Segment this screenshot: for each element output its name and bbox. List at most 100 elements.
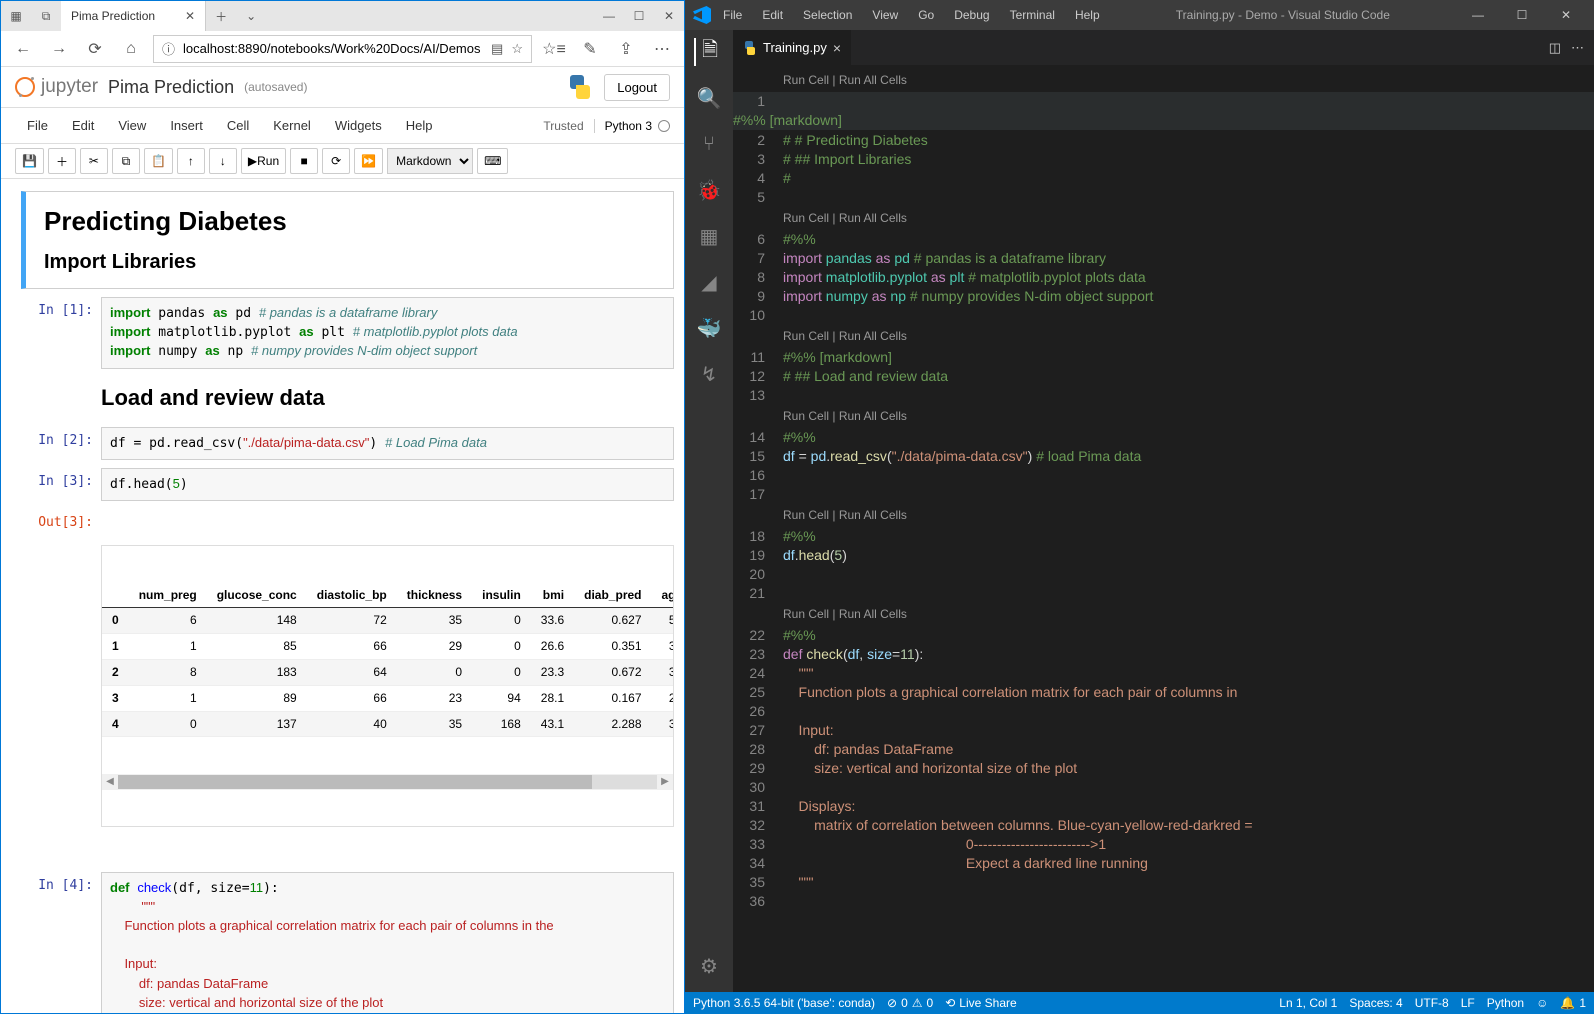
scroll-left-icon[interactable]: ◀ xyxy=(102,775,118,789)
paste-icon[interactable]: 📋 xyxy=(144,148,173,174)
status-spaces[interactable]: Spaces: 4 xyxy=(1349,996,1402,1010)
run-all-cells-link[interactable]: Run All Cells xyxy=(839,329,907,343)
run-cell-link[interactable]: Run Cell xyxy=(783,329,829,343)
menu-help[interactable]: Help xyxy=(1067,4,1108,26)
code-input[interactable]: df.head(5) xyxy=(101,468,674,501)
save-icon[interactable]: 💾 xyxy=(15,148,44,174)
menu-help[interactable]: Help xyxy=(394,112,445,139)
trusted-label[interactable]: Trusted xyxy=(543,119,594,133)
run-all-cells-link[interactable]: Run All Cells xyxy=(839,508,907,522)
explorer-icon[interactable]: 🗎 xyxy=(694,38,722,66)
url-field[interactable]: ⓘ ▤ ☆ xyxy=(153,35,532,63)
code-cell-4[interactable]: In [4]: def check(df, size=11): """ Func… xyxy=(21,872,674,1013)
settings-icon[interactable]: ⚙ xyxy=(695,952,723,980)
menu-go[interactable]: Go xyxy=(910,4,942,26)
close-window-icon[interactable]: ✕ xyxy=(654,1,684,31)
run-cell-link[interactable]: Run Cell xyxy=(783,607,829,621)
run-all-cells-link[interactable]: Run All Cells xyxy=(839,73,907,87)
notes-icon[interactable]: ✎ xyxy=(576,35,604,63)
horizontal-scrollbar[interactable]: ◀ ▶ xyxy=(102,774,673,790)
source-control-icon[interactable]: ⑂ xyxy=(695,130,723,158)
code-input[interactable]: import pandas as pd # pandas is a datafr… xyxy=(101,297,674,369)
notebook-area[interactable]: Predicting Diabetes Import Libraries In … xyxy=(1,179,684,1013)
status-notifications[interactable]: 🔔 1 xyxy=(1560,996,1586,1010)
maximize-icon[interactable]: ☐ xyxy=(624,1,654,31)
code-cell-1[interactable]: In [1]: import pandas as pd # pandas is … xyxy=(21,297,674,369)
run-all-cells-link[interactable]: Run All Cells xyxy=(839,211,907,225)
menu-file[interactable]: File xyxy=(715,4,750,26)
restart-icon[interactable]: ⟳ xyxy=(322,148,350,174)
stop-icon[interactable]: ■ xyxy=(290,148,318,174)
menu-edit[interactable]: Edit xyxy=(60,112,106,139)
favorite-icon[interactable]: ☆ xyxy=(511,41,523,57)
more-icon[interactable]: ⋯ xyxy=(648,35,676,63)
editor-tab[interactable]: Training.py × xyxy=(733,30,852,65)
tab-actions-icon[interactable]: ▦ xyxy=(1,1,31,31)
menu-cell[interactable]: Cell xyxy=(215,112,261,139)
scrollbar-thumb[interactable] xyxy=(118,775,592,789)
close-tab-icon[interactable]: ✕ xyxy=(185,9,195,23)
favorites-icon[interactable]: ☆≡ xyxy=(540,35,568,63)
code-input[interactable]: def check(df, size=11): """ Function plo… xyxy=(101,872,674,1013)
move-up-icon[interactable]: ↑ xyxy=(177,148,205,174)
move-down-icon[interactable]: ↓ xyxy=(209,148,237,174)
menu-file[interactable]: File xyxy=(15,112,60,139)
status-position[interactable]: Ln 1, Col 1 xyxy=(1279,996,1337,1010)
menu-view[interactable]: View xyxy=(106,112,158,139)
run-cell-link[interactable]: Run Cell xyxy=(783,409,829,423)
home-icon[interactable]: ⌂ xyxy=(117,35,145,63)
jupyter-logo[interactable]: jupyter xyxy=(15,76,98,98)
cut-icon[interactable]: ✂ xyxy=(80,148,108,174)
menu-widgets[interactable]: Widgets xyxy=(323,112,394,139)
refresh-icon[interactable]: ⟳ xyxy=(81,35,109,63)
search-icon[interactable]: 🔍 xyxy=(695,84,723,112)
run-cell-link[interactable]: Run Cell xyxy=(783,211,829,225)
extensions-icon[interactable]: ▦ xyxy=(695,222,723,250)
status-feedback-icon[interactable]: ☺ xyxy=(1536,996,1548,1010)
new-tab-icon[interactable]: ＋ xyxy=(206,1,236,31)
copy-icon[interactable]: ⧉ xyxy=(112,148,140,174)
status-python[interactable]: Python 3.6.5 64-bit ('base': conda) xyxy=(693,996,875,1010)
more-actions-icon[interactable]: ⋯ xyxy=(1571,40,1584,56)
menu-debug[interactable]: Debug xyxy=(946,4,997,26)
logout-button[interactable]: Logout xyxy=(604,74,670,101)
code-editor[interactable]: Run Cell | Run All Cells 1#%% [markdown]… xyxy=(733,65,1594,992)
dataframe-output[interactable]: num_pregglucose_concdiastolic_bpthicknes… xyxy=(101,545,674,827)
run-button[interactable]: ▶ Run xyxy=(241,148,286,174)
notebook-title[interactable]: Pima Prediction xyxy=(108,77,234,98)
back-icon[interactable]: ← xyxy=(9,35,37,63)
markdown-cell[interactable]: Predicting Diabetes Import Libraries xyxy=(21,191,674,289)
docker-icon[interactable]: 🐳 xyxy=(695,314,723,342)
browser-tab[interactable]: Pima Prediction ✕ xyxy=(61,1,206,31)
celltype-select[interactable]: Markdown xyxy=(387,148,473,174)
menu-edit[interactable]: Edit xyxy=(754,4,791,26)
debug-icon[interactable]: 🐞 xyxy=(695,176,723,204)
reading-view-icon[interactable]: ▤ xyxy=(491,41,503,57)
restart-run-icon[interactable]: ⏩ xyxy=(354,148,383,174)
menu-view[interactable]: View xyxy=(864,4,906,26)
menu-kernel[interactable]: Kernel xyxy=(261,112,323,139)
status-problems[interactable]: ⊘ 0 ⚠ 0 xyxy=(887,996,933,1010)
run-all-cells-link[interactable]: Run All Cells xyxy=(839,409,907,423)
status-eol[interactable]: LF xyxy=(1461,996,1475,1010)
split-editor-icon[interactable]: ◫ xyxy=(1549,40,1561,56)
close-tab-icon[interactable]: × xyxy=(833,40,841,56)
code-cell-3[interactable]: In [3]: df.head(5) xyxy=(21,468,674,501)
status-language[interactable]: Python xyxy=(1487,996,1524,1010)
close-icon[interactable]: ✕ xyxy=(1546,8,1586,22)
menu-terminal[interactable]: Terminal xyxy=(1002,4,1063,26)
scroll-right-icon[interactable]: ▶ xyxy=(657,775,673,789)
menu-insert[interactable]: Insert xyxy=(158,112,215,139)
code-input[interactable]: df = pd.read_csv("./data/pima-data.csv")… xyxy=(101,427,674,460)
set-aside-tabs-icon[interactable]: ⧉ xyxy=(31,1,61,31)
run-cell-link[interactable]: Run Cell xyxy=(783,73,829,87)
status-encoding[interactable]: UTF-8 xyxy=(1415,996,1449,1010)
add-cell-icon[interactable]: ＋ xyxy=(48,148,76,174)
kernel-indicator[interactable]: Python 3 xyxy=(595,119,670,133)
forward-icon[interactable]: → xyxy=(45,35,73,63)
share-icon[interactable]: ⇪ xyxy=(612,35,640,63)
minimize-icon[interactable]: — xyxy=(594,1,624,31)
azure-icon[interactable]: ◢ xyxy=(695,268,723,296)
code-cell-2[interactable]: In [2]: df = pd.read_csv("./data/pima-da… xyxy=(21,427,674,460)
status-liveshare[interactable]: ⟲ Live Share xyxy=(945,996,1016,1010)
